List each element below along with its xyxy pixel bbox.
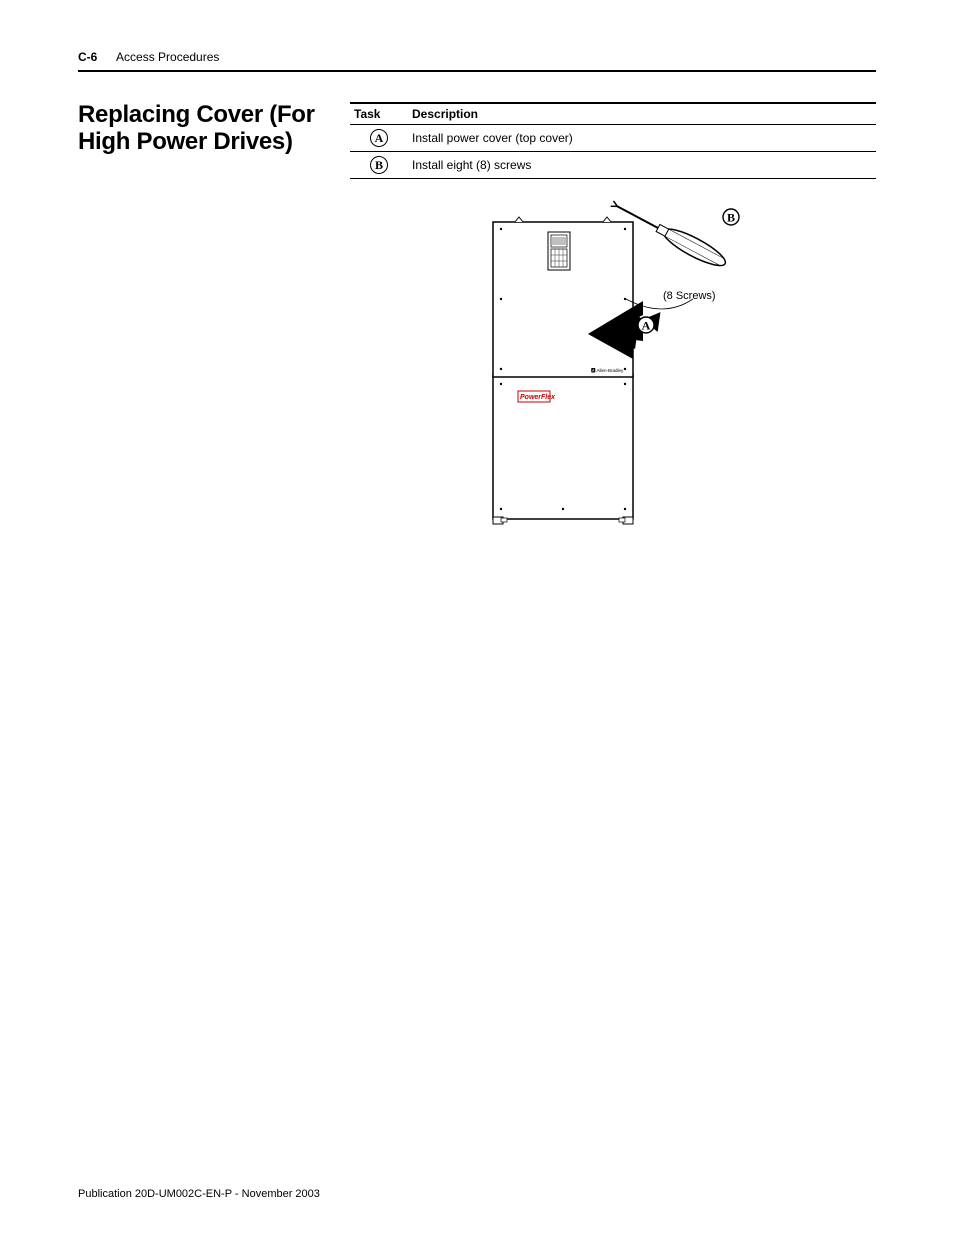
task-letter-b: B [370,156,388,174]
table-row: B Install eight (8) screws [350,152,876,179]
task-desc: Install power cover (top cover) [408,125,876,152]
drive-figure: 🅰 Allen-Bradley PowerFlex [463,199,763,529]
figure-callout-b: B [727,211,735,225]
col-desc-header: Description [408,103,876,125]
brand-label: 🅰 Allen-Bradley [591,368,624,373]
drive-illustration: 🅰 Allen-Bradley PowerFlex [463,199,763,529]
powerflex-label: PowerFlex [520,394,556,401]
task-desc: Install eight (8) screws [408,152,876,179]
page-number: C-6 [78,50,97,64]
header-section: Access Procedures [116,50,219,64]
task-letter-a: A [370,129,388,147]
section-title: Replacing Cover (For High Power Drives) [78,102,338,156]
screws-label: (8 Screws) [663,290,716,302]
publication-footer: Publication 20D-UM002C-EN-P - November 2… [78,1188,320,1200]
col-task-header: Task [350,103,408,125]
page-header: C-6 Access Procedures [78,50,876,64]
table-row: A Install power cover (top cover) [350,125,876,152]
figure-callout-a: A [642,319,651,333]
task-table: Task Description A Install power cover (… [350,102,876,179]
header-rule [78,70,876,72]
